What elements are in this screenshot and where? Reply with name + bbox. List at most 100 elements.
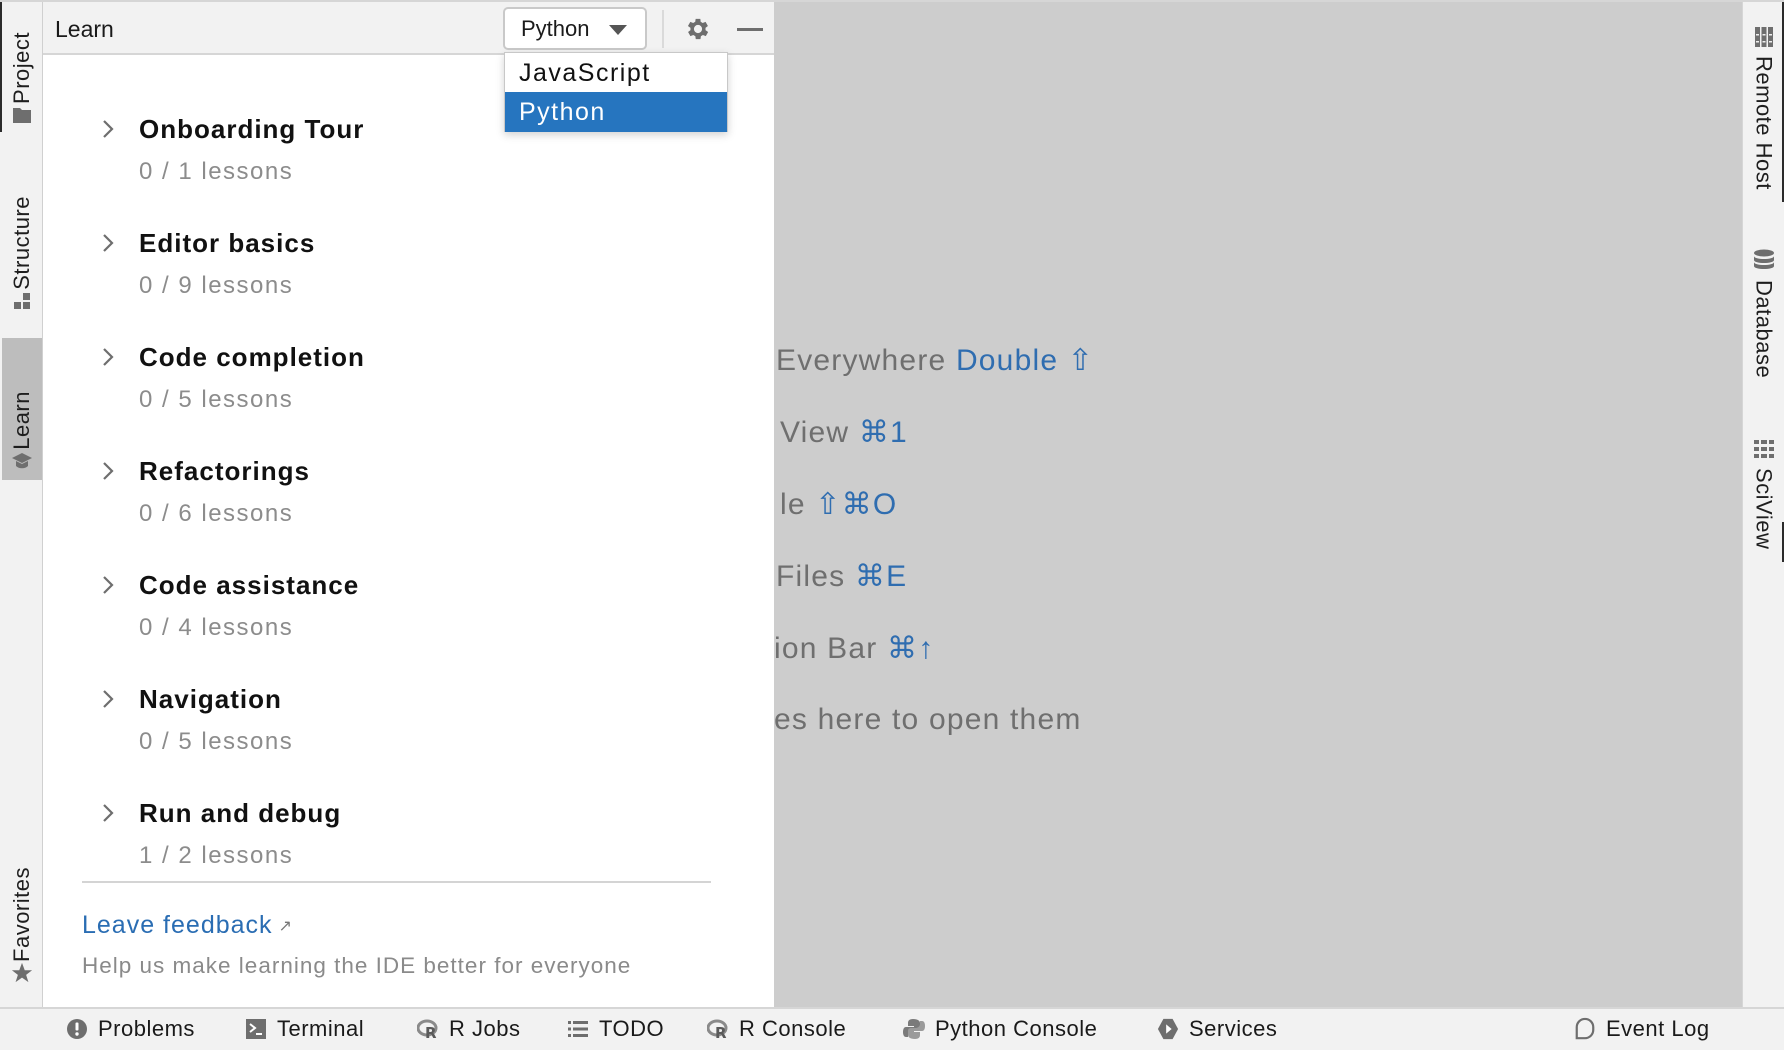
stripe-tab-structure[interactable]: Structure [2,170,42,320]
course-item[interactable]: Code completion 0 / 5 lessons [43,342,774,446]
structure-icon [11,290,33,312]
course-item[interactable]: Run and debug 1 / 2 lessons [43,798,774,902]
editor-hint-go-to-file: le ⇧⌘O [780,487,897,522]
minimize-button[interactable] [733,12,767,46]
hint-shortcut: ⇧⌘O [815,488,898,521]
grid-icon [1753,438,1775,460]
editor-hint-project-view: View ⌘1 [780,415,908,450]
course-name: Refactorings [139,456,310,486]
panel-divider [82,881,711,883]
r-icon: R [707,1018,729,1040]
tool-button-event-log[interactable]: Event Log [1574,1014,1710,1044]
chevron-right-icon [103,348,114,366]
stripe-tab-label: Learn [9,391,34,450]
server-icon [1753,26,1775,48]
tool-button-python-console[interactable]: Python Console [903,1014,1097,1044]
tool-button-label: Python Console [935,1016,1098,1041]
course-progress: 1 / 2 lessons [139,842,294,869]
course-item[interactable]: Refactorings 0 / 6 lessons [43,456,774,560]
course-item[interactable]: Code assistance 0 / 4 lessons [43,570,774,674]
hint-shortcut: ⌘E [854,560,908,593]
chevron-right-icon [103,462,114,480]
stripe-tab-remote-host[interactable]: Remote Host [1743,26,1784,190]
course-item[interactable]: Onboarding Tour 0 / 1 lessons [43,114,774,218]
hint-shortcut: Double ⇧ [955,344,1095,377]
leave-feedback-link[interactable]: Leave feedback ↗ [82,911,293,940]
course-name: Code assistance [139,570,360,600]
hint-text: ion Bar [774,632,887,665]
left-tool-stripe: Project Structure Learn Favorites [0,2,43,1007]
right-tool-stripe: Remote Host Database SciView [1742,2,1784,1007]
database-icon [1753,249,1775,272]
editor-hint-drop-files: es here to open them [774,703,1082,737]
tool-button-services[interactable]: Services [1157,1014,1277,1044]
course-name: Code completion [139,342,365,372]
stripe-tab-database[interactable]: Database [1743,249,1784,378]
hint-shortcut: ⌘1 [858,416,908,449]
stripe-tab-learn[interactable]: Learn [2,338,42,480]
chevron-right-icon [103,690,114,708]
terminal-icon [245,1018,267,1040]
course-item[interactable]: Navigation 0 / 5 lessons [43,684,774,788]
settings-button[interactable] [681,12,715,46]
svg-text:R: R [425,1024,437,1040]
services-icon [1157,1018,1179,1040]
gear-icon [687,18,709,40]
tool-button-problems[interactable]: Problems [66,1014,195,1044]
hint-shortcut: ⌘↑ [887,632,935,665]
course-name: Editor basics [139,228,316,258]
course-name: Navigation [139,684,282,714]
feedback-link-label: Leave feedback [82,911,273,939]
course-name: Onboarding Tour [139,114,365,144]
feedback-subtitle: Help us make learning the IDE better for… [82,953,632,978]
stripe-tab-project[interactable]: Project [2,6,42,134]
editor-empty-area: Everywhere Double ⇧ View ⌘1 le ⇧⌘O Files… [774,2,1742,1007]
warning-icon [66,1018,88,1040]
tool-button-label: Problems [98,1016,195,1041]
tool-button-label: R Jobs [449,1016,521,1041]
star-icon [11,962,33,984]
language-option-python[interactable]: Python [505,92,727,132]
hint-text: Everywhere [776,344,956,377]
chevron-right-icon [103,804,114,822]
tool-button-todo[interactable]: TODO [567,1014,664,1044]
tool-button-label: TODO [599,1016,665,1041]
tool-button-r-jobs[interactable]: R R Jobs [417,1014,520,1044]
minimize-icon [737,27,763,31]
language-option-javascript[interactable]: JavaScript [505,53,727,93]
tool-button-label: Terminal [277,1016,365,1041]
folder-icon [11,104,33,126]
external-link-icon: ↗ [278,918,293,935]
course-progress: 0 / 1 lessons [139,158,294,185]
course-progress: 0 / 5 lessons [139,728,294,755]
course-progress: 0 / 6 lessons [139,500,294,527]
stripe-tab-label: SciView [1751,468,1777,550]
hint-text: View [780,416,859,449]
r-icon: R [417,1018,439,1040]
tool-button-terminal[interactable]: Terminal [245,1014,364,1044]
hint-text: Files [776,560,855,593]
course-item[interactable]: Editor basics 0 / 9 lessons [43,228,774,332]
language-select-value: Python [521,15,590,41]
stripe-tab-favorites[interactable]: Favorites [2,842,42,992]
svg-text:R: R [715,1024,727,1040]
stripe-tab-sciview[interactable]: SciView [1743,438,1784,549]
editor-hint-recent-files: Files ⌘E [776,559,907,594]
hint-text: le [780,488,816,521]
stripe-tab-label: Remote Host [1751,56,1777,190]
chevron-right-icon [103,234,114,252]
bottom-tool-stripe: Problems Terminal R R Jobs TODO R R Cons… [0,1007,1784,1050]
list-icon [567,1018,589,1040]
language-dropdown-popup: JavaScript Python [504,52,728,132]
tool-button-label: Event Log [1606,1016,1710,1041]
course-progress: 0 / 5 lessons [139,386,294,413]
tool-button-label: Services [1189,1016,1278,1041]
learn-tool-window: Learn Python Onboarding Tour 0 / 1 lesso… [43,2,774,1007]
chevron-right-icon [103,120,114,138]
chevron-right-icon [103,576,114,594]
language-select[interactable]: Python [503,7,647,50]
tool-button-r-console[interactable]: R R Console [707,1014,846,1044]
course-progress: 0 / 9 lessons [139,272,294,299]
chevron-down-icon [609,25,627,35]
hint-text: es here to open them [774,703,1082,736]
